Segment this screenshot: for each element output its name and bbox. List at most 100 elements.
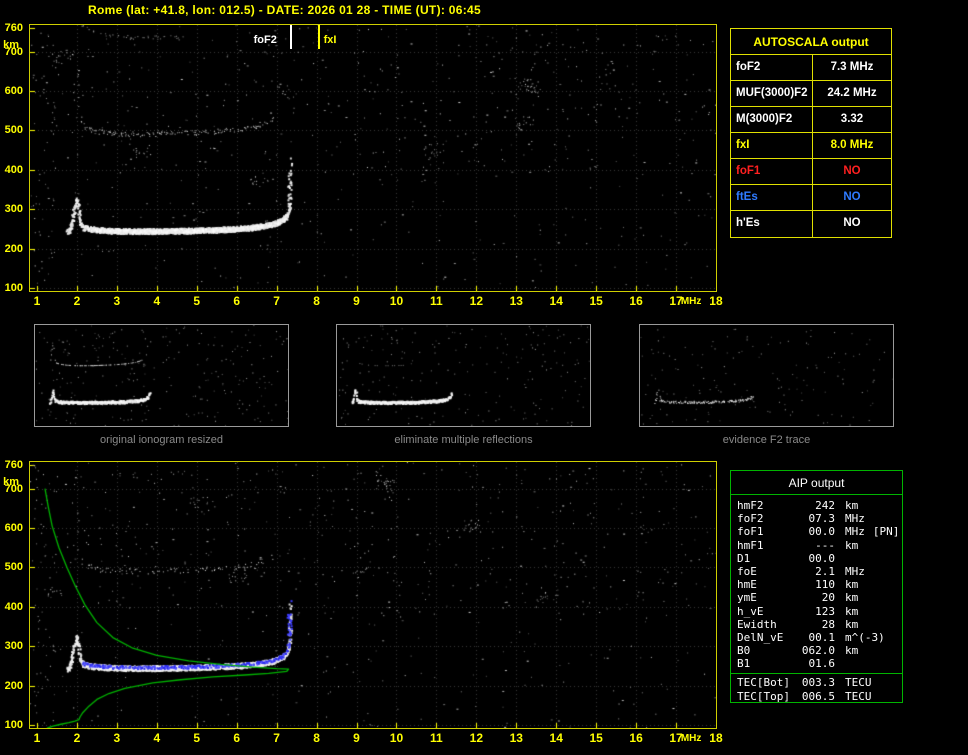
y-axis-label-top: 760	[4, 22, 23, 34]
x-axis-label-bot: 9	[353, 731, 360, 745]
aip-param-value: 242	[815, 499, 835, 512]
autoscala-row-fof1: foF1 NO	[731, 159, 891, 185]
thumbnail-evidence-canvas	[640, 325, 893, 426]
aip-tec-value: 006.5	[801, 689, 835, 703]
aip-param-value: 2.1	[815, 564, 835, 578]
x-axis-label-top: 1	[33, 294, 41, 308]
x-axis-label-top: 18	[709, 294, 723, 308]
aip-row-foe: foE 2.1 MHz	[737, 565, 902, 578]
aip-param-unit: MHz	[845, 512, 865, 526]
y-axis-unit-bot: km	[3, 476, 19, 488]
aip-param-unit: km	[845, 499, 859, 512]
x-axis-label-bot: 4	[153, 731, 161, 745]
aip-param-unit: km	[845, 591, 859, 605]
fxi-marker-label: fxI	[323, 34, 337, 46]
aip-param-value: ---	[815, 538, 835, 552]
autoscala-param-label: foF2	[731, 55, 813, 80]
aip-param-unit: MHz	[845, 564, 865, 578]
aip-param-label: hmE	[737, 578, 757, 592]
aip-output-rows: hmF2 242 km foF2 07.3 MHz foF1 00.0 MHz [PN] hmF1 -…	[731, 495, 902, 670]
x-axis-label-top: 9	[353, 294, 360, 308]
y-axis-label-bot: 400	[4, 600, 23, 613]
x-axis-label-top: 12	[469, 294, 483, 308]
aip-param-label: foF1	[737, 525, 764, 539]
x-axis-label-bot: 1	[33, 731, 41, 745]
aip-row-fof1: foF1 00.0 MHz [PN]	[737, 525, 902, 538]
aip-tec-row-tecbot: TEC[Bot] 003.3 TECU	[737, 676, 902, 689]
aip-row-d1: D1 00.0	[737, 552, 902, 565]
y-axis-label-top: 100	[4, 282, 23, 295]
y-axis-label-bot: 100	[4, 719, 23, 732]
aip-param-value: 00.1	[808, 630, 836, 644]
aip-row-delnve: DelN_vE 00.1 m^(-3)	[737, 631, 902, 644]
x-axis-label-bot: 12	[469, 731, 483, 745]
x-axis-label-top: 4	[153, 294, 161, 308]
y-axis-label-top: 200	[4, 242, 23, 255]
x-axis-label-top: 14	[549, 294, 563, 308]
autoscala-row-hes: h'Es NO	[731, 211, 891, 237]
y-axis-label-bot: 300	[4, 640, 23, 653]
autoscala-window: Rome (lat: +41.8, lon: 012.5) - DATE: 20…	[0, 0, 968, 755]
y-axis-label-top: 500	[4, 124, 23, 137]
aip-tec-separator	[731, 673, 902, 675]
x-axis-label-bot: 18	[709, 731, 723, 745]
autoscala-row-ftes: ftEs NO	[731, 185, 891, 211]
y-axis-label-top: 400	[4, 163, 23, 176]
x-axis-label-bot: 11	[430, 731, 443, 745]
aip-tec-label: TEC[Bot]	[737, 676, 790, 690]
aip-param-value: 062.0	[801, 644, 835, 658]
x-axis-label-top: 2	[73, 294, 81, 308]
x-axis-label-top: 8	[313, 294, 320, 308]
y-axis-label-bot: 200	[4, 679, 23, 692]
aip-param-label: DelN_vE	[737, 630, 784, 644]
autoscala-row-muf3000f2: MUF(3000)F2 24.2 MHz	[731, 81, 891, 107]
x-axis-label-bot: 16	[629, 731, 643, 745]
aip-tec-rows: TEC[Bot] 003.3 TECU TEC[Top] 006.5 TECU	[731, 675, 902, 702]
autoscala-param-label: MUF(3000)F2	[731, 81, 813, 106]
y-axis-label-bot: 500	[4, 561, 23, 574]
x-axis-label-bot: 2	[73, 731, 81, 745]
fxi-marker-line	[317, 25, 320, 49]
x-axis-label-top: 13	[509, 294, 523, 308]
y-axis-label-bot: 760	[4, 459, 23, 471]
aip-param-unit: km	[845, 538, 859, 552]
aip-param-unit: MHz	[845, 525, 865, 539]
x-axis-label-bot: 3	[113, 731, 121, 745]
aip-row-hme: hmE 110 km	[737, 578, 902, 591]
aip-param-value: 28	[821, 617, 835, 631]
x-axis-unit-bot: MHz	[680, 733, 702, 744]
thumbnail-original-ionogram	[34, 324, 289, 427]
aip-output-header: AIP output	[731, 471, 902, 495]
aip-row-fof2: foF2 07.3 MHz	[737, 512, 902, 525]
x-axis-label-bot: 10	[389, 731, 404, 745]
x-axis-unit-top: MHz	[680, 296, 702, 307]
autoscala-param-value: 8.0 MHz	[830, 139, 874, 151]
aip-param-value: 123	[815, 604, 835, 618]
aip-param-label: hmF1	[737, 538, 764, 552]
autoscala-param-label: ftEs	[731, 185, 813, 210]
aip-tec-value: 003.3	[801, 676, 835, 690]
x-axis-label-top: 15	[589, 294, 603, 308]
aip-tec-label: TEC[Top]	[737, 689, 790, 703]
x-axis-label-top: 6	[233, 294, 241, 308]
autoscala-param-label: fxI	[731, 133, 813, 158]
aip-row-hmf2: hmF2 242 km	[737, 499, 902, 512]
aip-param-value: 01.6	[808, 657, 836, 671]
y-axis-label-top: 600	[4, 85, 23, 98]
aip-param-label: h_vE	[737, 604, 764, 618]
autoscala-param-label: foF1	[731, 159, 813, 184]
aip-param-unit: km	[845, 604, 859, 618]
x-axis-label-bot: 14	[549, 731, 563, 745]
autoscala-row-fxi: fxI 8.0 MHz	[731, 133, 891, 159]
profile-ionogram-plot	[29, 461, 717, 729]
aip-row-b1: B1 01.6	[737, 657, 902, 670]
aip-param-unit: m^(-3)	[845, 630, 885, 644]
x-axis-label-top: 10	[389, 294, 404, 308]
autoscala-param-value: NO	[843, 165, 861, 177]
x-axis-label-top: 5	[193, 294, 201, 308]
profile-ionogram-canvas	[30, 462, 716, 728]
aip-output-panel: AIP output hmF2 242 km foF2 07.3 MHz foF1 00.0 M…	[730, 470, 903, 703]
autoscala-param-label: h'Es	[731, 211, 813, 237]
aip-param-note: [PN]	[872, 525, 900, 539]
aip-row-yme: ymE 20 km	[737, 591, 902, 604]
